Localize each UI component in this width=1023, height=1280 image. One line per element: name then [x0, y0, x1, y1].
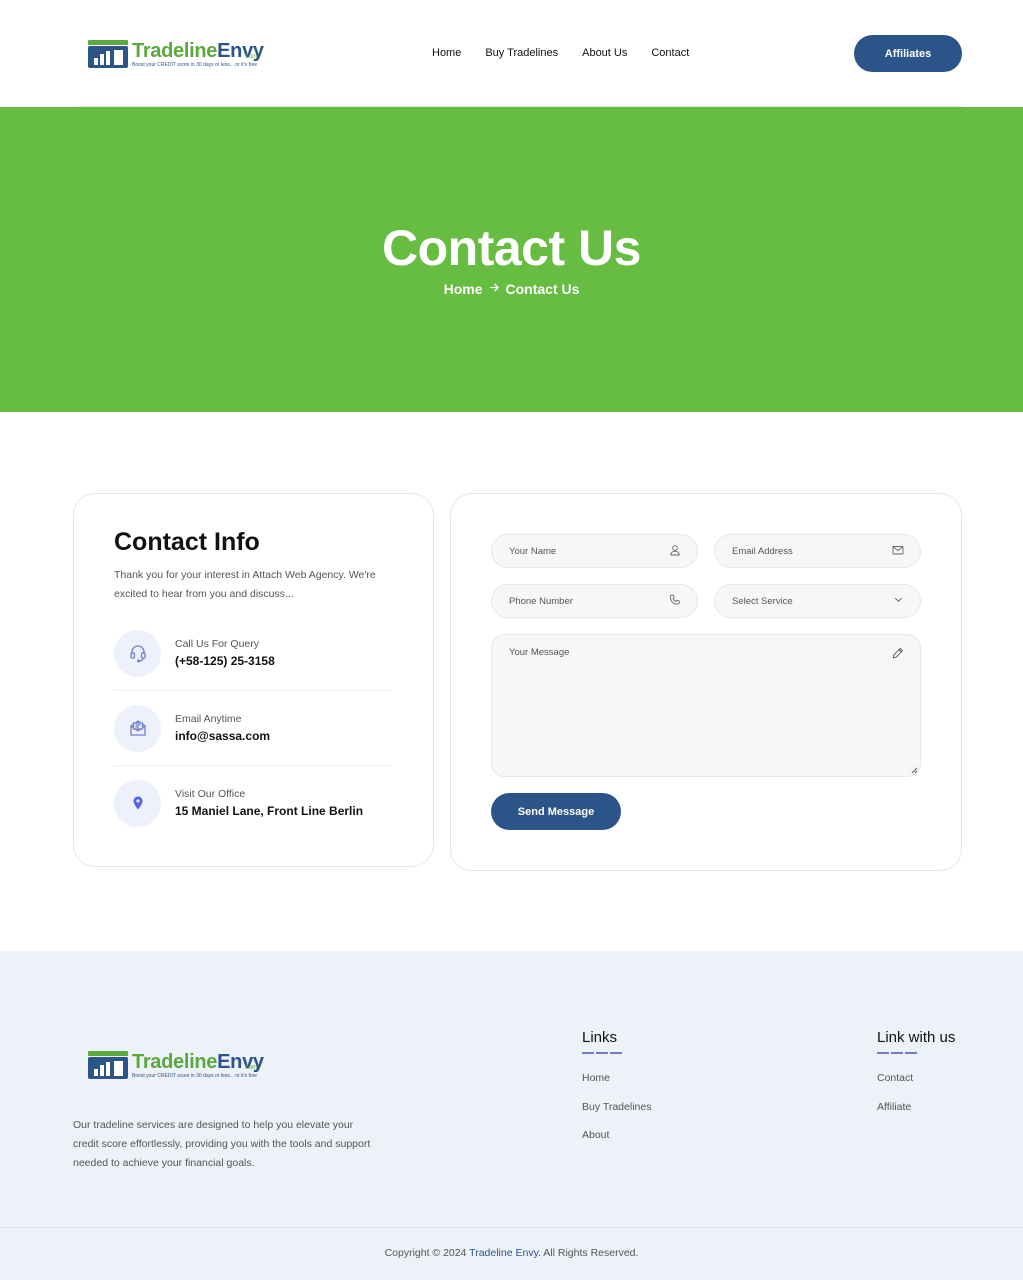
breadcrumb-home[interactable]: Home — [444, 281, 483, 297]
logo-com: .com — [244, 54, 258, 60]
page-hero: Contact Us Home Contact Us — [0, 107, 1023, 412]
site-footer: TradelineEnvy Boost your CREDIT score in… — [0, 951, 1023, 1280]
office-label: Visit Our Office — [175, 788, 246, 800]
breadcrumb-current: Contact Us — [505, 281, 580, 297]
email-input[interactable] — [732, 545, 872, 557]
footer-description: Our tradeline services are designed to h… — [73, 1119, 371, 1169]
nav-contact[interactable]: Contact — [651, 47, 689, 59]
name-field[interactable] — [491, 534, 698, 568]
logo-tagline: Boost your CREDIT score in 30 days or le… — [132, 1072, 258, 1079]
footer-logo[interactable]: TradelineEnvy Boost your CREDIT score in… — [88, 1051, 264, 1079]
chevron-down-icon — [893, 594, 904, 608]
phone-field[interactable] — [491, 584, 698, 618]
resize-handle-icon[interactable] — [910, 766, 918, 774]
phone-value[interactable]: (+58-125) 25-3158 — [175, 654, 275, 668]
phone-input[interactable] — [509, 595, 649, 607]
contact-form-card: Select Service Send Message — [450, 493, 962, 871]
copyright: Copyright © 2024 Tradeline Envy. All Rig… — [384, 1247, 639, 1259]
nav-buy-tradelines[interactable]: Buy Tradelines — [485, 47, 558, 59]
page-title: Contact Us — [382, 220, 641, 276]
name-input[interactable] — [509, 545, 649, 557]
footer-link-about[interactable]: About — [582, 1129, 651, 1158]
divider — [114, 765, 392, 766]
pencil-icon — [892, 647, 904, 662]
nav-home[interactable]: Home — [432, 47, 461, 59]
affiliates-button[interactable]: Affiliates — [854, 35, 962, 72]
site-header: TradelineEnvy Boost your CREDIT score in… — [0, 0, 1023, 107]
divider — [114, 690, 392, 691]
footer-divider — [0, 1227, 1023, 1228]
envelope-icon — [892, 544, 904, 559]
email-field[interactable] — [714, 534, 921, 568]
contact-office-item: Visit Our Office 15 Maniel Lane, Front L… — [114, 779, 392, 827]
footer-link-contact[interactable]: Contact — [877, 1072, 955, 1101]
email-label: Email Anytime — [175, 713, 242, 725]
envelope-open-icon — [114, 704, 161, 752]
logo-chart-icon — [88, 40, 128, 68]
logo-tagline: Boost your CREDIT score in 30 days or le… — [132, 61, 258, 68]
logo-chart-icon — [88, 1051, 128, 1079]
copyright-brand-link[interactable]: Tradeline Envy. — [469, 1247, 541, 1259]
footer-link-with-us-column: Link with us Contact Affiliate — [877, 1029, 955, 1129]
user-icon — [669, 544, 681, 559]
contact-info-description: Thank you for your interest in Attach We… — [114, 569, 376, 600]
service-select[interactable]: Select Service — [714, 584, 921, 618]
footer-link-buy-tradelines[interactable]: Buy Tradelines — [582, 1101, 651, 1130]
main-nav: Home Buy Tradelines About Us Contact — [432, 47, 689, 59]
service-select-value: Select Service — [732, 595, 793, 607]
contact-info-card: Contact Info Thank you for your interest… — [73, 493, 434, 867]
contact-email-item: Email Anytime info@sassa.com — [114, 704, 392, 752]
phone-icon — [669, 594, 681, 609]
phone-label: Call Us For Query — [175, 638, 260, 650]
site-logo[interactable]: TradelineEnvy Boost your CREDIT score in… — [88, 40, 264, 68]
title-underline — [877, 1052, 917, 1054]
nav-about-us[interactable]: About Us — [582, 47, 627, 59]
headset-icon — [114, 629, 161, 677]
contact-phone-item: Call Us For Query (+58-125) 25-3158 — [114, 629, 392, 677]
message-field[interactable] — [491, 634, 921, 777]
map-pin-icon — [114, 779, 161, 827]
footer-link-home[interactable]: Home — [582, 1072, 651, 1101]
arrow-right-icon — [489, 282, 500, 296]
footer-link-affiliate[interactable]: Affiliate — [877, 1101, 955, 1130]
footer-links-column: Links Home Buy Tradelines About — [582, 1029, 651, 1158]
logo-com: .com — [244, 1065, 258, 1071]
message-input[interactable] — [509, 647, 869, 757]
send-message-button[interactable]: Send Message — [491, 793, 621, 830]
contact-info-title: Contact Info — [114, 528, 260, 556]
office-value: 15 Maniel Lane, Front Line Berlin — [175, 804, 364, 818]
title-underline — [582, 1052, 622, 1054]
breadcrumb: Home Contact Us — [0, 281, 1023, 297]
footer-links-title: Links — [582, 1029, 618, 1046]
footer-link-with-us-title: Link with us — [877, 1029, 956, 1046]
email-value[interactable]: info@sassa.com — [175, 729, 270, 743]
